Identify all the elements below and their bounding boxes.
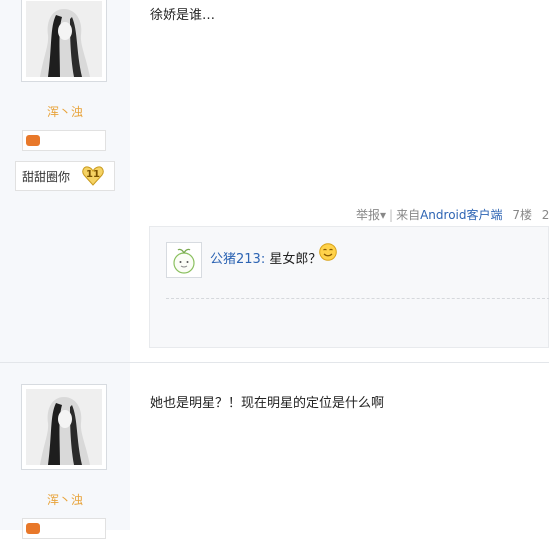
report-link[interactable]: 举报▾ [356, 208, 386, 222]
username[interactable]: 浑丶浊 [0, 103, 130, 120]
floor-number: 7楼 [512, 208, 532, 222]
client-source-link[interactable]: Android客户端 [420, 208, 502, 222]
user-avatar[interactable] [21, 384, 107, 470]
game-controller-icon[interactable] [26, 135, 40, 146]
avatar-image [26, 1, 102, 77]
post-date: 20 [541, 208, 549, 222]
user-avatar[interactable] [21, 0, 107, 82]
avatar-image [26, 389, 102, 465]
level-number: 11 [86, 169, 100, 180]
badge-row [22, 518, 106, 539]
reply-divider [166, 298, 549, 299]
post-content: 徐娇是谁… [150, 8, 216, 23]
smiley-face-emoji-icon [319, 243, 337, 261]
level-title: 甜甜圈你 [22, 170, 71, 184]
level-badge[interactable]: 甜甜圈你 11 [15, 161, 115, 191]
post-content: 她也是明星？！现在明星的定位是什么啊 [150, 396, 385, 411]
username[interactable]: 浑丶浊 [0, 491, 130, 508]
heart-level-icon: 11 [82, 166, 104, 186]
reply-box: 公猪213: 星女郎？ [149, 226, 549, 348]
reply-username[interactable]: 公猪213: [210, 252, 265, 267]
reply-item: 公猪213: 星女郎？ [210, 248, 321, 267]
game-controller-icon[interactable] [26, 523, 40, 534]
source-prefix: 来自 [396, 208, 421, 222]
reply-user-avatar[interactable] [166, 242, 202, 278]
badge-row [22, 130, 106, 151]
divider: | [389, 208, 394, 222]
reply-content: 星女郎？ [269, 252, 322, 267]
post-tail: 举报▾|来自Android客户端 7楼 20 [356, 206, 549, 223]
